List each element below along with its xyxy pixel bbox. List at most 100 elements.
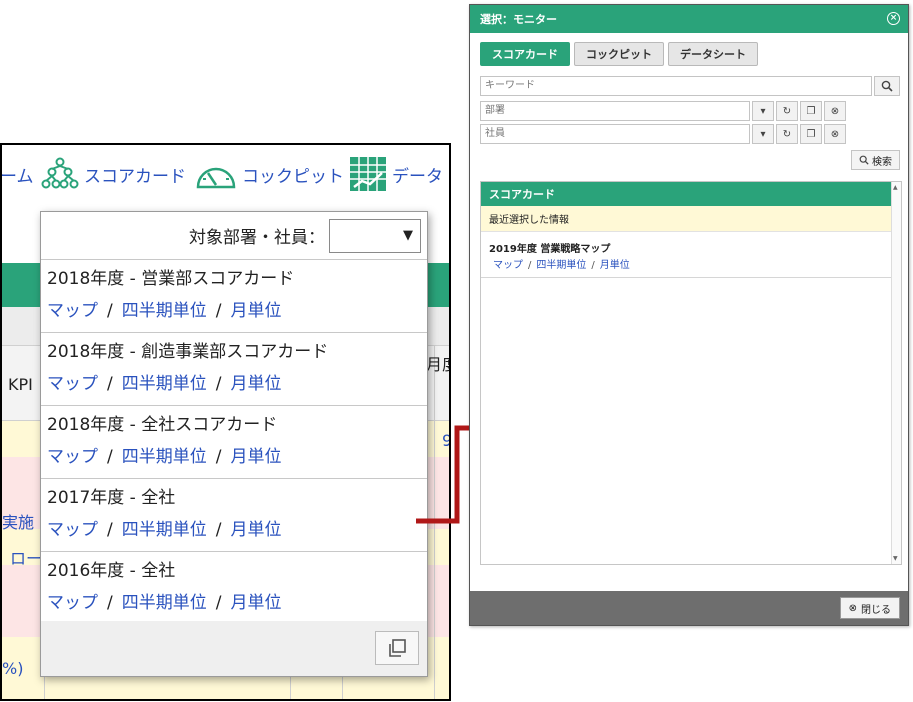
dialog-tabs: スコアカード コックピット データシート (480, 42, 758, 66)
keyword-input[interactable]: キーワード (480, 76, 872, 96)
department-copy-button[interactable]: ❐ (800, 101, 822, 121)
caret-down-icon: ▾ (760, 105, 766, 117)
open-window-button[interactable] (375, 631, 419, 665)
dropdown-item-title: 2017年度 - 全社 (47, 488, 176, 508)
org-tree-icon (41, 157, 79, 189)
kpi-header: KPI (8, 375, 33, 394)
clear-icon: ⊗ (830, 128, 840, 140)
link-quarterly[interactable]: 四半期単位 (122, 447, 207, 467)
keyword-row: キーワード (480, 76, 900, 96)
employee-clear-button[interactable]: ⊗ (824, 124, 846, 144)
dropdown-item: 2018年度 - 創造事業部スコアカード マップ / 四半期単位 / 月単位 (41, 333, 427, 406)
nav-datasheet[interactable]: データ (348, 157, 443, 191)
link-monthly[interactable]: 月単位 (230, 301, 281, 321)
link-quarterly[interactable]: 四半期単位 (122, 374, 207, 394)
dialog-titlebar: 選択：モニター × (470, 5, 908, 33)
copy-window-icon (389, 639, 406, 657)
employee-field[interactable]: 社員 (480, 124, 750, 144)
dropdown-header: 対象部署・社員： ▼ (41, 212, 427, 260)
caret-down-icon: ▾ (760, 128, 766, 140)
dialog-footer: ⊗ 閉じる (470, 591, 908, 625)
scroll-up-icon[interactable]: ▲ (893, 184, 898, 191)
close-icon[interactable]: × (887, 12, 900, 25)
search-icon (859, 155, 869, 165)
department-row: 部署 ▾ ↻ ❐ ⊗ (480, 101, 846, 121)
top-navigation: ーム スコアカード コックピット データ (2, 145, 449, 207)
department-clear-button[interactable]: ⊗ (824, 101, 846, 121)
tab-datasheet[interactable]: データシート (668, 42, 758, 66)
link-map[interactable]: マップ (47, 447, 98, 467)
close-button-label: 閉じる (861, 604, 891, 616)
dropdown-item: 2017年度 - 全社 マップ / 四半期単位 / 月単位 (41, 479, 427, 552)
dropdown-item-title: 2018年度 - 全社スコアカード (47, 415, 278, 435)
link-quarterly[interactable]: 四半期単位 (536, 260, 586, 271)
close-button[interactable]: ⊗ 閉じる (839, 597, 900, 619)
list-item-title: 2019年度 営業戦略マップ (489, 244, 611, 255)
copy-window-icon: ❐ (806, 128, 816, 140)
link-monthly[interactable]: 月単位 (600, 260, 630, 271)
copy-window-icon: ❐ (806, 105, 816, 117)
gauge-icon (196, 167, 236, 189)
recent-section-label: 最近選択した情報 (481, 206, 901, 232)
nav-scorecard[interactable]: スコアカード (40, 157, 186, 191)
employee-refresh-button[interactable]: ↻ (776, 124, 798, 144)
department-field[interactable]: 部署 (480, 101, 750, 121)
month-header: 月度 (426, 355, 449, 374)
nav-home[interactable]: ーム (0, 157, 34, 191)
clear-icon: ⊗ (830, 105, 840, 117)
link-map[interactable]: マップ (47, 520, 98, 540)
refresh-icon: ↻ (782, 128, 792, 140)
clear-icon: ⊗ (848, 602, 857, 614)
kpi-link-ro[interactable]: ロー (10, 545, 42, 569)
dropdown-footer (41, 621, 427, 676)
dropdown-item-links: マップ / 四半期単位 / 月単位 (47, 593, 282, 613)
nav-cockpit[interactable]: コックピット (194, 157, 344, 191)
dropdown-item-links: マップ / 四半期単位 / 月単位 (47, 301, 282, 321)
employee-copy-button[interactable]: ❐ (800, 124, 822, 144)
search-icon (881, 80, 893, 92)
caret-down-icon: ▼ (403, 227, 413, 243)
department-dropdown-button[interactable]: ▾ (752, 101, 774, 121)
kpi-link-percent[interactable]: %) (2, 659, 23, 678)
department-refresh-button[interactable]: ↻ (776, 101, 798, 121)
link-map[interactable]: マップ (47, 374, 98, 394)
list-panel-header: スコアカード (481, 182, 901, 206)
link-quarterly[interactable]: 四半期単位 (122, 520, 207, 540)
tab-scorecard[interactable]: スコアカード (480, 42, 570, 66)
tab-cockpit[interactable]: コックピット (574, 42, 664, 66)
target-select[interactable]: ▼ (329, 218, 421, 253)
search-button-label: 検索 (872, 156, 892, 168)
link-monthly[interactable]: 月単位 (230, 374, 281, 394)
monitor-select-dialog: 選択：モニター × スコアカード コックピット データシート キーワード 部署 … (469, 4, 909, 626)
search-icon-button[interactable] (874, 76, 900, 96)
link-map[interactable]: マップ (47, 301, 98, 321)
nav-datasheet-label: データ (392, 166, 443, 187)
target-label: 対象部署・社員： (189, 228, 325, 248)
link-map[interactable]: マップ (493, 260, 523, 271)
refresh-icon: ↻ (782, 105, 792, 117)
link-quarterly[interactable]: 四半期単位 (122, 301, 207, 321)
dropdown-item-title: 2018年度 - 営業部スコアカード (47, 269, 295, 289)
dialog-title: 選択：モニター (480, 13, 557, 26)
dropdown-item-links: マップ / 四半期単位 / 月単位 (47, 447, 282, 467)
list-scrollbar[interactable]: ▲ ▼ (891, 182, 901, 564)
kpi-link-implement[interactable]: 実施 (2, 509, 34, 533)
dropdown-item-links: マップ / 四半期単位 / 月単位 (47, 374, 282, 394)
list-item: 2019年度 営業戦略マップ マップ / 四半期単位 / 月単位 (481, 232, 901, 278)
dropdown-item-title: 2016年度 - 全社 (47, 561, 176, 581)
link-monthly[interactable]: 月単位 (230, 520, 281, 540)
list-item-links: マップ / 四半期単位 / 月単位 (493, 260, 630, 271)
dropdown-item: 2018年度 - 営業部スコアカード マップ / 四半期単位 / 月単位 (41, 260, 427, 333)
datasheet-icon (350, 157, 386, 191)
nav-home-label: ーム (0, 166, 34, 187)
search-button[interactable]: 検索 (851, 150, 900, 170)
scorecard-list-panel: スコアカード 最近選択した情報 2019年度 営業戦略マップ マップ / 四半期単位… (480, 181, 902, 565)
link-map[interactable]: マップ (47, 593, 98, 613)
dropdown-item-title: 2018年度 - 創造事業部スコアカード (47, 342, 329, 362)
link-monthly[interactable]: 月単位 (230, 447, 281, 467)
employee-dropdown-button[interactable]: ▾ (752, 124, 774, 144)
scroll-down-icon[interactable]: ▼ (893, 555, 898, 562)
link-monthly[interactable]: 月単位 (230, 593, 281, 613)
scorecard-dropdown: 対象部署・社員： ▼ 2018年度 - 営業部スコアカード マップ / 四半期単位 /… (40, 211, 428, 677)
link-quarterly[interactable]: 四半期単位 (122, 593, 207, 613)
